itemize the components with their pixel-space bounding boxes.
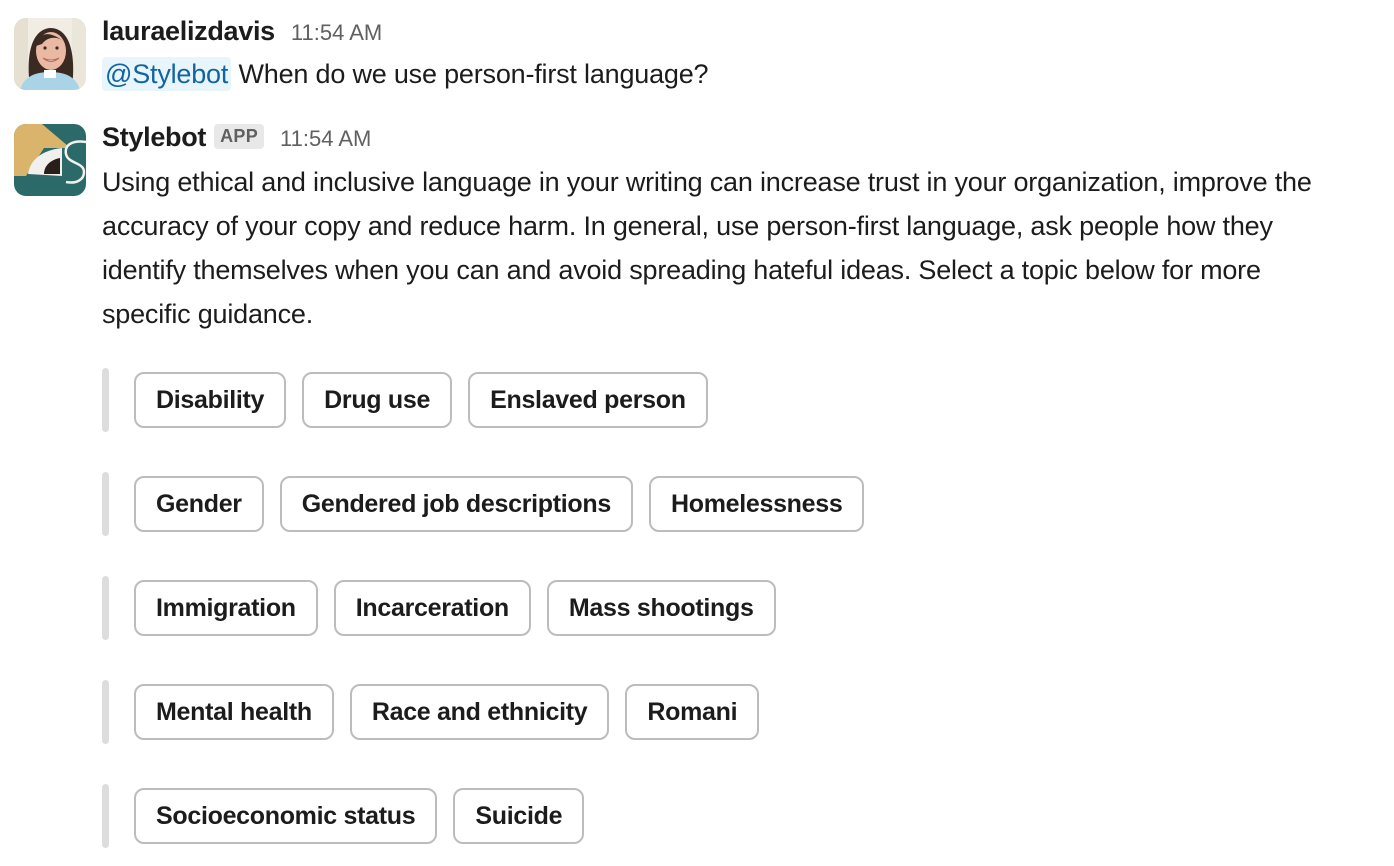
- message-question: When do we use person-first language?: [231, 59, 709, 89]
- topic-button-race-and-ethnicity[interactable]: Race and ethnicity: [349, 684, 610, 740]
- block-divider-bar: [102, 576, 109, 640]
- actions-block: Mental health Race and ethnicity Romani: [102, 680, 775, 744]
- message-text: Using ethical and inclusive language in …: [102, 167, 1312, 329]
- topic-button-mental-health[interactable]: Mental health: [134, 684, 334, 740]
- topic-button-socioeconomic-status[interactable]: Socioeconomic status: [134, 788, 438, 844]
- user-avatar[interactable]: [14, 18, 86, 90]
- topic-button-homelessness[interactable]: Homelessness: [648, 476, 865, 532]
- user-photo-icon: [14, 18, 86, 90]
- block-divider-bar: [102, 472, 109, 536]
- topic-button-mass-shootings[interactable]: Mass shootings: [546, 580, 776, 636]
- topic-button-disability[interactable]: Disability: [134, 372, 287, 428]
- topic-button-incarceration[interactable]: Incarceration: [333, 580, 531, 636]
- block-divider-bar: [102, 368, 109, 432]
- mention-stylebot[interactable]: @Stylebot: [102, 57, 232, 91]
- block-divider-bar: [102, 680, 109, 744]
- actions-block: Disability Drug use Enslaved person: [102, 368, 724, 432]
- topic-button-suicide[interactable]: Suicide: [453, 788, 585, 844]
- actions-block: Gender Gendered job descriptions Homelessn…: [102, 472, 880, 536]
- block-divider-bar: [102, 784, 109, 848]
- message-timestamp[interactable]: 11:54 AM: [291, 20, 382, 46]
- topic-button-gender[interactable]: Gender: [134, 476, 264, 532]
- actions-block: Immigration Incarceration Mass shootings: [102, 576, 792, 640]
- stylebot-logo-icon: [14, 124, 86, 196]
- topic-button-drug-use[interactable]: Drug use: [302, 372, 453, 428]
- topic-button-immigration[interactable]: Immigration: [134, 580, 318, 636]
- topic-button-romani[interactable]: Romani: [625, 684, 760, 740]
- app-badge: APP: [214, 124, 265, 149]
- actions-block: Socioeconomic status Suicide: [102, 784, 600, 848]
- sender-name[interactable]: lauraelizdavis: [102, 16, 275, 47]
- stylebot-avatar[interactable]: [14, 124, 86, 196]
- topic-button-gendered-job-descriptions[interactable]: Gendered job descriptions: [279, 476, 633, 532]
- message-text: @Stylebot When do we use person-first la…: [102, 52, 1364, 96]
- sender-name[interactable]: Stylebot: [102, 122, 206, 153]
- message-timestamp[interactable]: 11:54 AM: [280, 126, 371, 152]
- topic-button-enslaved-person[interactable]: Enslaved person: [468, 372, 708, 428]
